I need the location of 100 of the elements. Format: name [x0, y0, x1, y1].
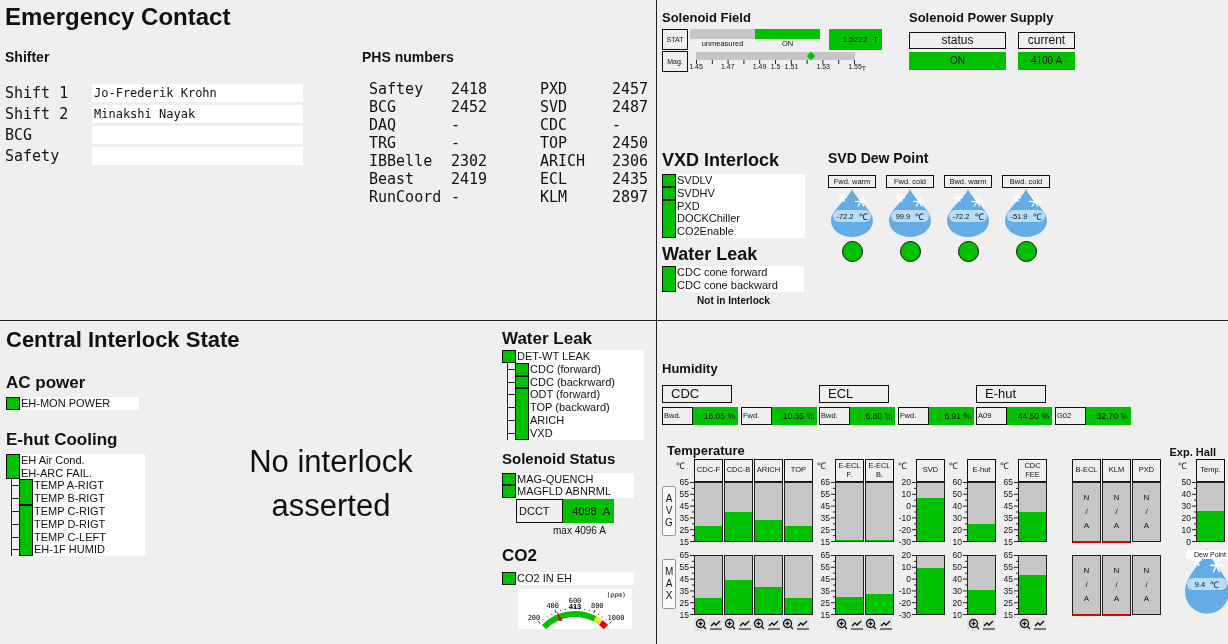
zoom-in-icon[interactable]	[864, 618, 877, 630]
field-label: current	[1018, 32, 1075, 49]
contact-name: ARICH	[540, 152, 587, 170]
contact-name: Beast	[369, 170, 416, 188]
zoom-in-icon[interactable]	[723, 618, 736, 630]
phone-number: 2487	[612, 98, 650, 116]
scale-label: 65	[679, 477, 689, 487]
scale-label: 20	[900, 550, 911, 560]
indicator-label: TEMP C-LEFT	[33, 530, 107, 544]
section-title: E-hut Cooling	[6, 429, 119, 450]
scale-label: 40	[952, 574, 962, 584]
trend-icon[interactable]	[738, 618, 751, 630]
indicator-label: MAGFLD ABNRML	[516, 485, 613, 499]
indicator-label: ODT (forward)	[529, 388, 602, 402]
indicator-label: DET-WT LEAK	[516, 350, 592, 363]
field-value: ON	[909, 52, 1006, 70]
zoom-in-icon[interactable]	[752, 618, 765, 630]
scale-label: -10	[898, 513, 911, 523]
indicator-label: TEMP C-RIGT	[33, 505, 107, 518]
indicator-label: CDC cone backward	[676, 278, 779, 292]
scale-label: 35	[679, 586, 689, 596]
section-title: Solenoid Field	[662, 10, 752, 26]
scale-label: 10	[1181, 525, 1191, 535]
indicator-label: TOP (backward)	[529, 401, 611, 414]
scale-label: 20	[1181, 513, 1191, 523]
scale-label: 0	[905, 501, 911, 511]
scale-label: 30	[1181, 501, 1191, 511]
row-label-text: MAX	[665, 566, 673, 602]
trend-icon[interactable]	[796, 618, 809, 630]
indicator-label: VXD	[529, 426, 554, 440]
na-label: N / A	[1142, 565, 1151, 605]
indicator-label: EH Air Cond.	[20, 453, 86, 467]
scale-label: 25	[1003, 598, 1013, 608]
section-title: Solenoid Power Supply	[909, 10, 1055, 26]
trend-icon[interactable]	[767, 618, 780, 630]
scale-label: 65	[679, 550, 689, 560]
scale-label: 50	[1181, 477, 1191, 487]
trend-icon[interactable]	[982, 618, 995, 630]
status-message: No interlock asserted	[248, 442, 414, 525]
scale-label: -30	[898, 537, 911, 547]
trend-icon[interactable]	[709, 618, 722, 630]
dcct-label: DCCT	[516, 499, 563, 524]
indicator-label: TEMP D-RIGT	[33, 517, 107, 531]
unit-label: ℃	[949, 460, 959, 472]
unit-label: ℃	[1000, 460, 1010, 472]
scale-label: 10	[952, 537, 962, 547]
scale-label: -30	[898, 610, 911, 620]
humidity-value: 10.35 %	[772, 407, 817, 425]
scale-label: 55	[820, 562, 830, 572]
phone-number: -	[612, 116, 623, 134]
unit-label: ℃	[1032, 210, 1042, 223]
contact-name: ECL	[540, 170, 569, 188]
scale-label: 60	[952, 550, 962, 560]
panel-title: Emergency Contact	[5, 3, 232, 31]
trend-icon[interactable]	[1033, 618, 1046, 630]
scale-label: 35	[820, 586, 830, 596]
phone-number: -	[451, 116, 462, 134]
note-text: Not in Interlock	[696, 294, 771, 306]
humidity-value: 6.91 %	[929, 407, 974, 425]
contact-name: PXD	[540, 80, 569, 98]
unit-label: A	[602, 505, 610, 518]
scale-label: -10	[898, 586, 911, 596]
zoom-in-icon[interactable]	[781, 618, 794, 630]
section-title: VXD Interlock	[662, 150, 781, 171]
scale-label: 0	[1185, 537, 1191, 547]
indicator-label: CO2Enable	[676, 225, 735, 238]
zoom-in-icon[interactable]	[1018, 618, 1031, 630]
indicator-label: CO2 IN EH	[516, 572, 573, 585]
scale-label: 25	[1003, 525, 1013, 535]
shift-label: BCG	[5, 125, 34, 144]
contact-name: SVD	[540, 98, 569, 116]
scale-label: 40	[1181, 489, 1191, 499]
indicator-label: CDC cone forward	[676, 266, 769, 279]
section-title: Shifter	[5, 49, 51, 66]
scale-label: 45	[1003, 574, 1013, 584]
na-label: N / A	[1142, 492, 1151, 532]
trend-icon[interactable]	[850, 618, 863, 630]
scale-label: 40	[952, 501, 962, 511]
contact-name: Saftey	[369, 80, 425, 98]
scale-label: 45	[679, 574, 689, 584]
zoom-in-icon[interactable]	[967, 618, 980, 630]
zoom-in-icon[interactable]	[694, 618, 707, 630]
unit-label: ℃	[858, 210, 868, 223]
scale-label: -20	[898, 598, 911, 608]
section-title: CO2	[502, 546, 538, 567]
unit-label: ℃	[1178, 460, 1188, 472]
na-label: N / A	[1112, 565, 1121, 605]
zoom-in-icon[interactable]	[835, 618, 848, 630]
panel-title: Central Interlock State	[6, 327, 241, 353]
max-current-text: max 4096 A	[553, 525, 607, 537]
indicator-label: CDC (forward)	[529, 362, 602, 376]
indicator-label: MAG-QUENCH	[516, 472, 595, 486]
contact-name: RunCoord	[369, 188, 443, 206]
contact-name: BCG	[369, 98, 398, 116]
humidity-value: 32.70 %	[1086, 407, 1131, 425]
trend-icon[interactable]	[879, 618, 892, 630]
scale-label: 20	[952, 598, 962, 608]
scale-label: 15	[820, 537, 830, 547]
unit-label: ℃	[1210, 578, 1220, 591]
scale-label: 65	[1003, 550, 1013, 560]
